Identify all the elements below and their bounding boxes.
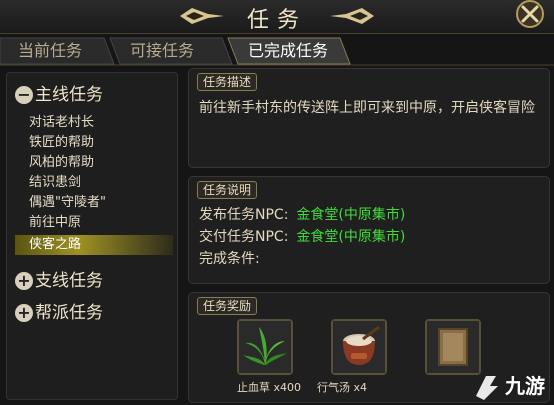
reward-label: 行气汤 x4 xyxy=(317,381,368,394)
list-item[interactable]: 对话老村长 xyxy=(29,113,94,133)
issue-npc-value[interactable]: 金食堂(中原集市) xyxy=(296,207,405,223)
info-panel: 任务说明 发布任务NPC: 金食堂(中原集市) 交付任务NPC: 金食堂(中原集市)… xyxy=(188,176,550,284)
group-label: 主线任务 xyxy=(35,85,103,105)
list-item[interactable]: 铁匠的帮助 xyxy=(29,133,94,153)
tab-current[interactable]: 当前任务 xyxy=(0,36,112,66)
close-icon[interactable] xyxy=(512,0,548,32)
submit-npc-label: 交付任务NPC: xyxy=(199,229,289,245)
title-bar: 任务 xyxy=(0,0,554,34)
reward-slot[interactable] xyxy=(237,319,293,375)
window-title: 任务 xyxy=(246,8,307,33)
tab-completed[interactable]: 已完成任务 xyxy=(230,36,348,66)
collapse-icon[interactable]: − xyxy=(15,86,33,104)
quest-list: − 主线任务 对话老村长 铁匠的帮助 风柏的帮助 结识患剑 偶遇"守陵者" 前往中… xyxy=(6,72,178,400)
issue-npc-label: 发布任务NPC: xyxy=(199,207,289,223)
group-main-quests[interactable]: − 主线任务 xyxy=(15,83,103,107)
info-header: 任务说明 xyxy=(197,181,258,199)
issue-npc-row: 发布任务NPC: 金食堂(中原集市) xyxy=(199,205,405,225)
reward-slot[interactable] xyxy=(331,319,387,375)
list-item[interactable]: 前往中原 xyxy=(29,213,81,233)
group-label: 支线任务 xyxy=(35,271,103,291)
tab-available[interactable]: 可接任务 xyxy=(112,36,230,66)
list-item[interactable]: 结识患剑 xyxy=(29,173,81,193)
condition-label: 完成条件: xyxy=(199,251,260,267)
description-header: 任务描述 xyxy=(197,73,258,91)
reward-label: 止血草 x400 xyxy=(237,381,302,394)
description-text: 前往新手村东的传送阵上即可来到中原，开启侠客冒险 xyxy=(199,100,535,116)
submit-npc-value[interactable]: 金食堂(中原集市) xyxy=(296,229,405,245)
list-item-selected[interactable]: 侠客之路 xyxy=(15,235,173,255)
list-item[interactable]: 偶遇"守陵者" xyxy=(29,193,106,213)
right-ornament-icon xyxy=(330,8,374,24)
description-panel: 任务描述 前往新手村东的传送阵上即可来到中原，开启侠客冒险 xyxy=(188,68,550,168)
submit-npc-row: 交付任务NPC: 金食堂(中原集市) xyxy=(199,227,405,247)
rewards-header: 任务奖励 xyxy=(197,297,258,315)
watermark-text: 九游 xyxy=(505,374,545,398)
herb-icon xyxy=(239,321,291,373)
group-side-quests[interactable]: + 支线任务 xyxy=(15,269,103,293)
tab-bar: 当前任务 可接任务 已完成任务 xyxy=(0,36,554,66)
group-label: 帮派任务 xyxy=(35,303,103,323)
reward-slot[interactable] xyxy=(425,319,481,375)
soup-bowl-icon xyxy=(333,321,385,373)
list-item[interactable]: 风柏的帮助 xyxy=(29,153,94,173)
group-guild-quests[interactable]: + 帮派任务 xyxy=(15,301,103,325)
expand-icon[interactable]: + xyxy=(15,272,33,290)
scroll-icon xyxy=(427,321,479,373)
expand-icon[interactable]: + xyxy=(15,304,33,322)
